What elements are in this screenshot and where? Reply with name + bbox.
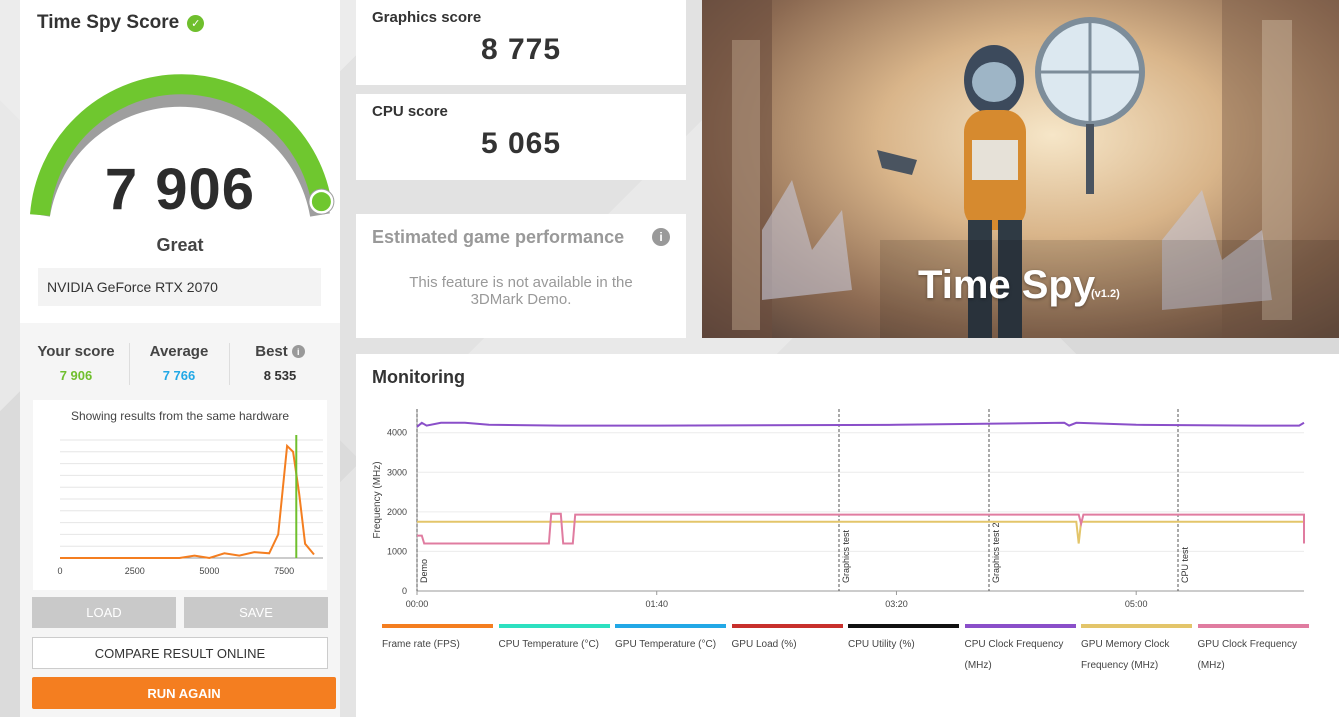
- cpu-score-title: CPU score: [372, 103, 448, 120]
- graphics-score-title: Graphics score: [372, 9, 482, 26]
- benchmark-hero-image: Time Spy (v1.2): [702, 0, 1339, 338]
- y-tick-label: 2000: [387, 507, 407, 517]
- legend-item[interactable]: CPU Utility (%): [848, 624, 959, 655]
- legend-swatch: [964, 624, 1076, 628]
- legend-swatch: [615, 624, 726, 628]
- legend-label: GPU Memory Clock Frequency (MHz): [1081, 639, 1170, 671]
- legend-item[interactable]: GPU Load (%): [731, 624, 843, 655]
- series-line: [416, 421, 1305, 428]
- distribution-caption: Showing results from the same hardware: [70, 409, 290, 423]
- estimated-title: Estimated game performance: [372, 227, 625, 247]
- best-value: 8 535: [263, 368, 297, 383]
- graphics-score-card: Graphics score 8 775: [356, 0, 686, 85]
- cpu-score-value: 5 065: [480, 127, 562, 160]
- test-marker-label: CPU test: [1180, 546, 1190, 583]
- y-tick-label: 0: [402, 586, 407, 596]
- average-label: Average: [149, 343, 209, 360]
- compare-online-button[interactable]: COMPARE RESULT ONLINE: [32, 637, 328, 669]
- x-tick-label: 2500: [125, 566, 145, 576]
- legend-label: Frame rate (FPS): [382, 639, 460, 650]
- x-tick-label: 0: [57, 566, 62, 576]
- y-tick-label: 4000: [387, 428, 407, 438]
- average-value: 7 766: [162, 368, 196, 383]
- run-again-button[interactable]: RUN AGAIN: [32, 677, 336, 709]
- benchmark-title: Time Spy: [918, 263, 1096, 307]
- distribution-line: [60, 443, 315, 560]
- score-rating: Great: [156, 235, 204, 255]
- legend-swatch: [848, 624, 959, 628]
- x-tick-label: 01:40: [645, 599, 668, 609]
- load-button[interactable]: LOAD: [32, 597, 176, 628]
- y-tick-label: 1000: [387, 546, 407, 556]
- legend-label: GPU Load (%): [731, 639, 797, 650]
- monitoring-chart: 0 1000 2000 3000 4000 Frequency (MHz) 00:00 01:…: [372, 409, 1305, 609]
- graphics-score-value: 8 775: [480, 33, 562, 66]
- x-tick-label: 7500: [274, 566, 294, 576]
- legend-swatch: [382, 624, 493, 628]
- legend-label: CPU Temperature (°C): [498, 639, 600, 650]
- test-marker-label: Graphics test: [841, 529, 851, 583]
- save-button[interactable]: SAVE: [184, 597, 328, 628]
- distribution-chart: 0 2500 5000 7500: [57, 435, 323, 576]
- info-icon[interactable]: i: [291, 345, 305, 358]
- estimated-message-line2: 3DMark Demo.: [470, 291, 572, 308]
- overall-score: 7 906: [104, 157, 256, 222]
- legend-swatch: [1197, 624, 1309, 628]
- legend-item[interactable]: Frame rate (FPS): [382, 624, 493, 655]
- x-tick-label: 03:20: [885, 599, 908, 609]
- score-title-row: Time Spy Score ✓: [37, 12, 205, 34]
- legend-item[interactable]: GPU Memory Clock Frequency (MHz): [1081, 624, 1192, 676]
- y-tick-label: 3000: [387, 467, 407, 477]
- legend-label: CPU Clock Frequency (MHz): [964, 639, 1064, 671]
- test-marker-label: Graphics test 2: [991, 522, 1001, 583]
- legend-item[interactable]: GPU Temperature (°C): [615, 624, 726, 655]
- best-label-row: Best i: [230, 343, 330, 360]
- x-tick-label: 00:00: [406, 599, 429, 609]
- score-panel: Time Spy Score ✓ 7 906 Great NVIDIA GeFo…: [20, 0, 340, 717]
- x-tick-label: 05:00: [1125, 599, 1148, 609]
- y-axis-label: Frequency (MHz): [372, 461, 383, 538]
- best-label: Best: [255, 343, 288, 360]
- benchmark-version: (v1.2): [1091, 288, 1120, 300]
- legend-swatch: [731, 624, 843, 628]
- distribution-box: Showing results from the same hardware 0…: [33, 400, 327, 590]
- hardware-name: NVIDIA GeForce RTX 2070: [38, 268, 321, 306]
- legend-label: GPU Clock Frequency (MHz): [1197, 639, 1297, 671]
- your-score-value: 7 906: [59, 368, 93, 383]
- x-tick-label: 5000: [199, 566, 219, 576]
- legend-item[interactable]: CPU Clock Frequency (MHz): [964, 624, 1076, 676]
- info-icon[interactable]: i: [652, 228, 670, 246]
- legend-label: GPU Temperature (°C): [615, 639, 717, 650]
- estimated-message: This feature is not available in the 3DM…: [356, 274, 686, 308]
- legend-item[interactable]: GPU Clock Frequency (MHz): [1197, 624, 1309, 676]
- score-title: Time Spy Score: [37, 12, 180, 33]
- legend-swatch: [498, 624, 610, 628]
- stat-best[interactable]: Best i 8 535: [230, 343, 330, 383]
- stat-your-score: Your score 7 906: [26, 343, 126, 383]
- test-marker-label: Demo: [419, 559, 429, 583]
- cpu-score-card: CPU score 5 065: [356, 94, 686, 180]
- monitoring-panel: Monitoring 0 1000 2000 3000 4000 Frequency (M…: [356, 354, 1339, 717]
- legend-label: CPU Utility (%): [848, 639, 915, 650]
- check-icon: ✓: [187, 14, 205, 32]
- legend-item[interactable]: CPU Temperature (°C): [498, 624, 610, 655]
- legend-swatch: [1081, 624, 1192, 628]
- stat-average: Average 7 766: [129, 343, 229, 383]
- your-score-label: Your score: [37, 343, 115, 360]
- estimated-performance-card: Estimated game performance i This featur…: [356, 214, 686, 338]
- estimated-message-line1: This feature is not available in the: [409, 274, 633, 291]
- series-line: [417, 512, 1305, 545]
